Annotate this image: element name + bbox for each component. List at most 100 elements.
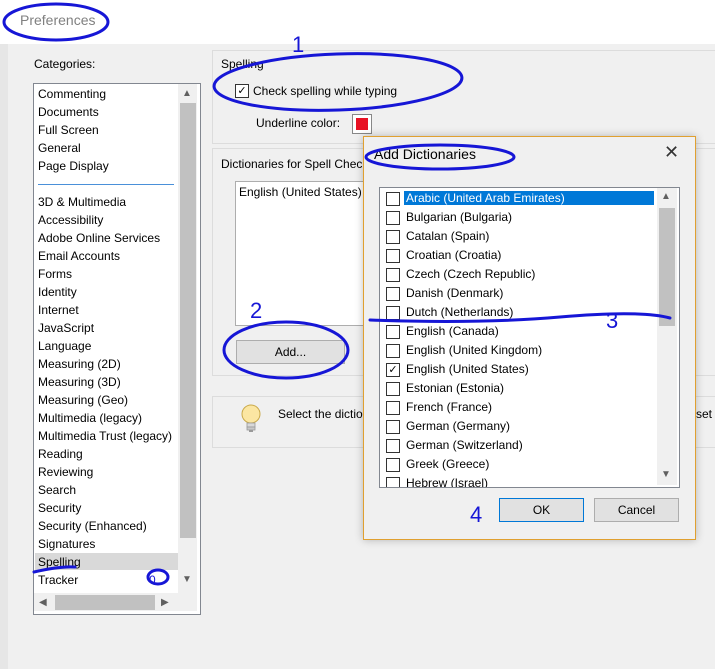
dictionary-checkbox[interactable]: ✓ — [386, 363, 400, 377]
category-item[interactable]: Measuring (Geo) — [38, 393, 128, 407]
lightbulb-icon — [238, 402, 264, 438]
scroll-left-icon[interactable]: ◀ — [39, 597, 47, 608]
dictionary-option-label[interactable]: Croatian (Croatia) — [404, 248, 503, 262]
dictionary-checklist[interactable]: Arabic (United Arab Emirates) Bulgarian (… — [379, 187, 680, 488]
dictionary-option[interactable]: Dutch (Netherlands) — [380, 303, 656, 322]
dictionary-checkbox[interactable] — [386, 192, 400, 206]
category-item[interactable]: Measuring (2D) — [38, 357, 121, 371]
category-item[interactable]: Commenting — [38, 87, 106, 101]
category-item[interactable]: Full Screen — [38, 123, 99, 137]
category-item[interactable]: Search — [38, 483, 76, 497]
category-item[interactable]: Identity — [38, 285, 77, 299]
category-item[interactable]: Language — [38, 339, 91, 353]
category-item[interactable]: Reading — [38, 447, 83, 461]
dictionary-option[interactable]: German (Germany) — [380, 417, 656, 436]
dictionary-option[interactable]: Greek (Greece) — [380, 455, 656, 474]
dictionary-option-label[interactable]: German (Germany) — [404, 419, 512, 433]
dictionary-option[interactable]: French (France) — [380, 398, 656, 417]
category-item[interactable]: Adobe Online Services — [38, 231, 160, 245]
check-spelling-label[interactable]: Check spelling while typing — [253, 84, 397, 98]
dictionary-option[interactable]: Hebrew (Israel) — [380, 474, 656, 487]
dictionary-option-label[interactable]: Estonian (Estonia) — [404, 381, 506, 395]
dialog-scroll-up-icon[interactable]: ▲ — [661, 191, 671, 202]
categories-scroll-thumb[interactable] — [180, 103, 196, 538]
category-item[interactable]: Accessibility — [38, 213, 103, 227]
category-item[interactable]: Documents — [38, 105, 99, 119]
check-spelling-checkbox[interactable]: ✓ — [235, 84, 249, 98]
category-item[interactable]: Email Accounts — [38, 249, 120, 263]
dictionary-checkbox[interactable] — [386, 439, 400, 453]
dictionary-option-label[interactable]: Arabic (United Arab Emirates) — [404, 191, 654, 205]
horizontal-scroll-thumb[interactable] — [55, 595, 155, 610]
dictionary-checkbox[interactable] — [386, 420, 400, 434]
dictionary-option[interactable]: Croatian (Croatia) — [380, 246, 656, 265]
dictionary-option-label[interactable]: Danish (Denmark) — [404, 286, 505, 300]
category-item[interactable]: Multimedia Trust (legacy) — [38, 429, 172, 443]
dictionaries-list[interactable]: English (United States) — [235, 181, 367, 326]
category-item[interactable]: General — [38, 141, 81, 155]
underline-color-picker[interactable] — [352, 114, 372, 134]
dictionary-option-label[interactable]: English (Canada) — [404, 324, 501, 338]
dictionary-option[interactable]: Czech (Czech Republic) — [380, 265, 656, 284]
ok-button[interactable]: OK — [499, 498, 584, 522]
scroll-up-icon[interactable]: ▲ — [182, 88, 192, 99]
category-item[interactable]: Page Display — [38, 159, 109, 173]
dialog-scroll-thumb[interactable] — [659, 208, 675, 326]
categories-separator — [38, 184, 174, 185]
dictionary-option[interactable]: Danish (Denmark) — [380, 284, 656, 303]
dictionary-checkbox[interactable] — [386, 382, 400, 396]
dictionary-option-label[interactable]: Hebrew (Israel) — [404, 476, 490, 487]
dictionary-checkbox[interactable] — [386, 344, 400, 358]
dictionary-checkbox[interactable] — [386, 306, 400, 320]
dictionary-option[interactable]: Estonian (Estonia) — [380, 379, 656, 398]
dictionary-checkbox[interactable] — [386, 477, 400, 487]
dictionary-option-label[interactable]: Greek (Greece) — [404, 457, 491, 471]
category-item[interactable]: Forms — [38, 267, 72, 281]
dictionary-checkbox[interactable] — [386, 268, 400, 282]
category-item[interactable]: Security (Enhanced) — [38, 519, 147, 533]
dictionary-option-label[interactable]: Catalan (Spain) — [404, 229, 491, 243]
dictionary-checkbox[interactable] — [386, 325, 400, 339]
scroll-right-icon[interactable]: ▶ — [161, 597, 169, 608]
dialog-scroll-down-icon[interactable]: ▼ — [661, 469, 671, 480]
dictionary-checkbox[interactable] — [386, 287, 400, 301]
dictionary-checkbox[interactable] — [386, 458, 400, 472]
dictionary-option-label[interactable]: Czech (Czech Republic) — [404, 267, 537, 281]
close-icon[interactable]: ✕ — [664, 142, 679, 163]
window-title: Preferences — [20, 12, 96, 28]
category-item[interactable]: Tracker — [38, 573, 78, 587]
cancel-button[interactable]: Cancel — [594, 498, 679, 522]
dictionary-option-label[interactable]: French (France) — [404, 400, 494, 414]
category-item[interactable]: Signatures — [38, 537, 95, 551]
category-item[interactable]: JavaScript — [38, 321, 94, 335]
dictionary-option[interactable]: English (United Kingdom) — [380, 341, 656, 360]
dictionary-checkbox[interactable] — [386, 211, 400, 225]
dictionary-checkbox[interactable] — [386, 230, 400, 244]
dictionary-option-label[interactable]: Bulgarian (Bulgaria) — [404, 210, 514, 224]
dictionary-option-label[interactable]: German (Switzerland) — [404, 438, 525, 452]
dictionary-option-label[interactable]: English (United States) — [404, 362, 531, 376]
title-bar — [0, 0, 715, 44]
dictionary-checkbox[interactable] — [386, 401, 400, 415]
dictionary-option[interactable]: English (Canada) — [380, 322, 656, 341]
category-item[interactable]: Multimedia (legacy) — [38, 411, 142, 425]
dictionary-checkbox[interactable] — [386, 249, 400, 263]
add-dictionary-button[interactable]: Add... — [236, 340, 345, 364]
category-item[interactable]: Internet — [38, 303, 79, 317]
category-item[interactable]: Security — [38, 501, 81, 515]
category-item[interactable]: 3D & Multimedia — [38, 195, 126, 209]
dictionary-option[interactable]: Arabic (United Arab Emirates) — [380, 189, 656, 208]
dictionary-option-label[interactable]: English (United Kingdom) — [404, 343, 544, 357]
underline-color-label: Underline color: — [256, 116, 341, 130]
dictionary-option[interactable]: Catalan (Spain) — [380, 227, 656, 246]
category-item[interactable]: Measuring (3D) — [38, 375, 121, 389]
dictionary-option[interactable]: Bulgarian (Bulgaria) — [380, 208, 656, 227]
category-item-selected[interactable]: Spelling — [38, 555, 81, 569]
category-item[interactable]: Reviewing — [38, 465, 93, 479]
dictionary-option[interactable]: German (Switzerland) — [380, 436, 656, 455]
scroll-down-icon[interactable]: ▼ — [182, 574, 192, 585]
dictionary-option[interactable]: ✓ English (United States) — [380, 360, 656, 379]
dictionary-option-label[interactable]: Dutch (Netherlands) — [404, 305, 515, 319]
dictionary-item[interactable]: English (United States) — [239, 185, 362, 199]
categories-list[interactable]: Commenting Documents Full Screen General Pag… — [33, 83, 201, 615]
